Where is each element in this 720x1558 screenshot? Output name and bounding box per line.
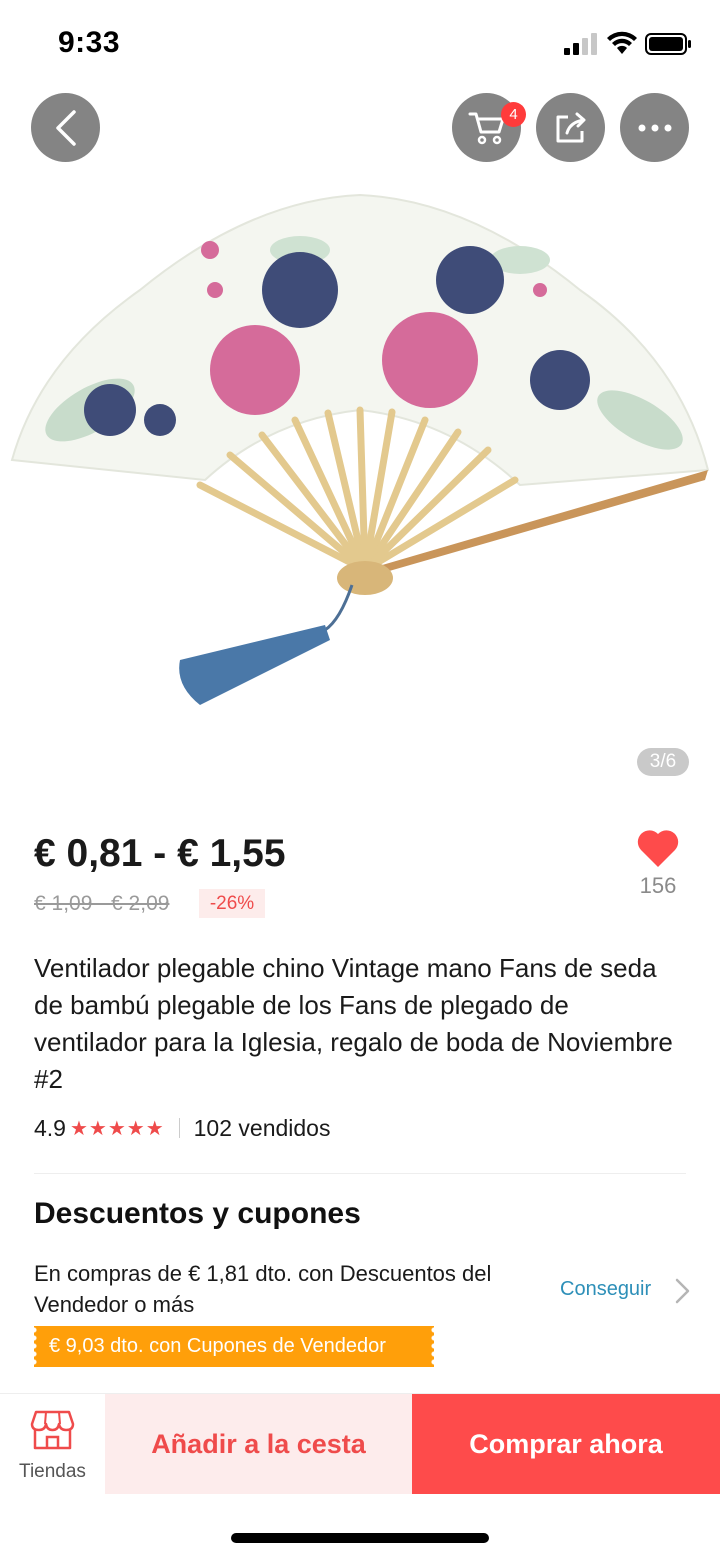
cart-count-badge: 4	[501, 102, 526, 127]
stores-label: Tiendas	[19, 1461, 86, 1482]
chevron-right-icon[interactable]	[672, 1276, 692, 1306]
wishlist-count: 156	[639, 873, 677, 898]
rating-stars: ★★★★★	[69, 1117, 165, 1140]
price-range: € 0,81 - € 1,55	[34, 832, 286, 875]
stores-button[interactable]: Tiendas	[0, 1394, 105, 1494]
folding-fan-image	[10, 193, 710, 705]
share-button[interactable]	[536, 93, 605, 162]
product-title: Ventilador plegable chino Vintage mano F…	[34, 953, 673, 1094]
signal-icon	[564, 33, 597, 55]
status-time: 9:33	[58, 26, 121, 59]
discount-badge: -26%	[199, 889, 265, 918]
store-icon	[30, 1410, 75, 1450]
rating-row[interactable]: 4.9 ★★★★★ 102 vendidos	[34, 1113, 330, 1143]
cart-icon	[468, 112, 504, 144]
share-icon	[556, 112, 585, 142]
back-arrow-icon	[55, 109, 76, 146]
wifi-icon	[607, 31, 637, 54]
product-image[interactable]	[0, 180, 720, 800]
seller-coupon-badge[interactable]: € 9,03 dto. con Cupones de Vendedor	[34, 1326, 434, 1367]
section-title-discounts: Descuentos y cupones	[34, 1197, 361, 1230]
battery-icon	[645, 33, 691, 55]
home-indicator[interactable]	[231, 1533, 489, 1543]
more-button[interactable]	[620, 93, 689, 162]
separator	[178, 1118, 180, 1138]
sold-count: 102 vendidos	[193, 1114, 331, 1141]
more-icon	[638, 124, 671, 131]
image-counter: 3/6	[637, 748, 689, 776]
promo-description: En compras de € 1,81 dto. con Descuentos…	[34, 1261, 492, 1317]
heart-icon[interactable]	[636, 827, 680, 869]
divider	[34, 1173, 686, 1174]
buy-now-button[interactable]: Comprar ahora	[412, 1394, 720, 1494]
back-button[interactable]	[31, 93, 100, 162]
original-price: € 1,09 - € 2,09	[34, 892, 170, 915]
status-bar: 9:33	[0, 0, 720, 90]
bottom-action-bar: Tiendas Añadir a la cesta Comprar ahora	[0, 1393, 720, 1494]
get-coupon-link[interactable]: Conseguir	[560, 1278, 651, 1301]
cart-button[interactable]: 4	[452, 93, 526, 162]
rating-value: 4.9	[34, 1114, 66, 1141]
add-to-cart-button[interactable]: Añadir a la cesta	[105, 1394, 412, 1494]
